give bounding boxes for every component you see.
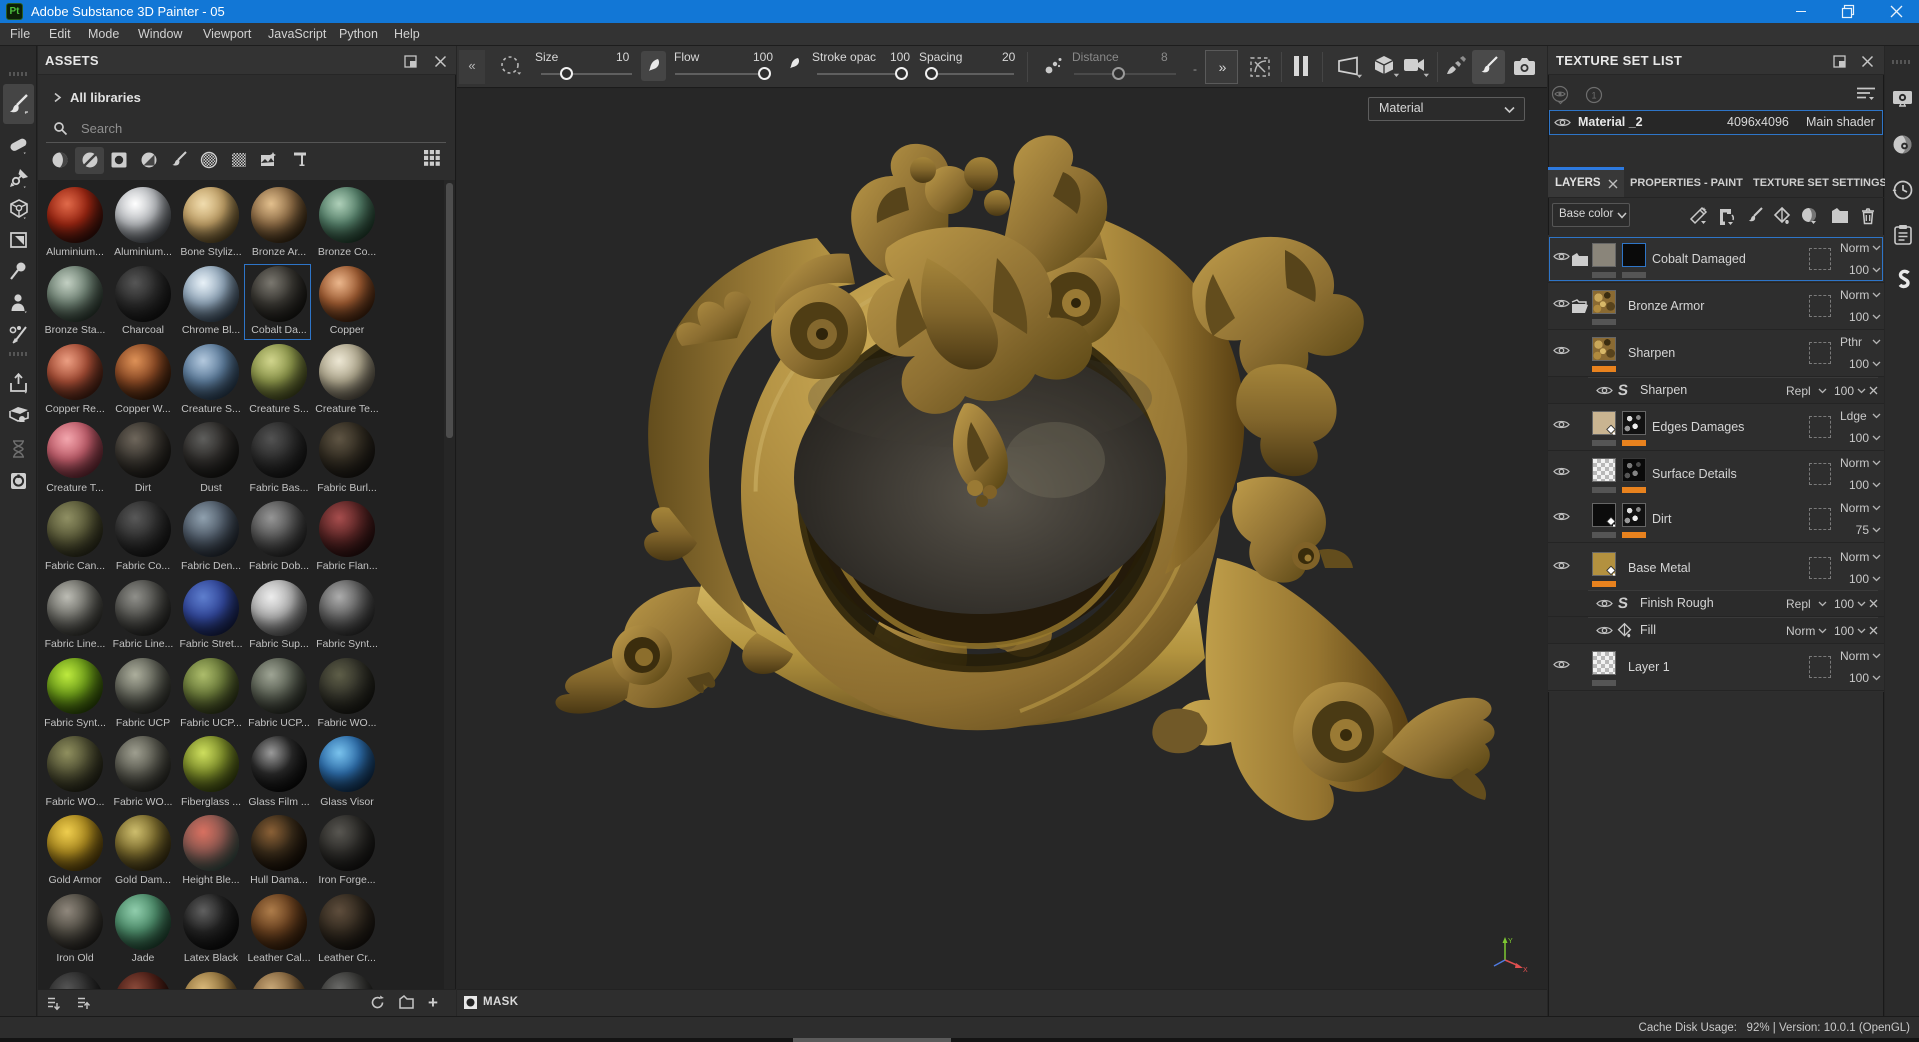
svg-text:X: X [1523, 967, 1528, 974]
svg-text:1: 1 [1591, 91, 1596, 101]
svg-text:Y: Y [1508, 938, 1513, 945]
